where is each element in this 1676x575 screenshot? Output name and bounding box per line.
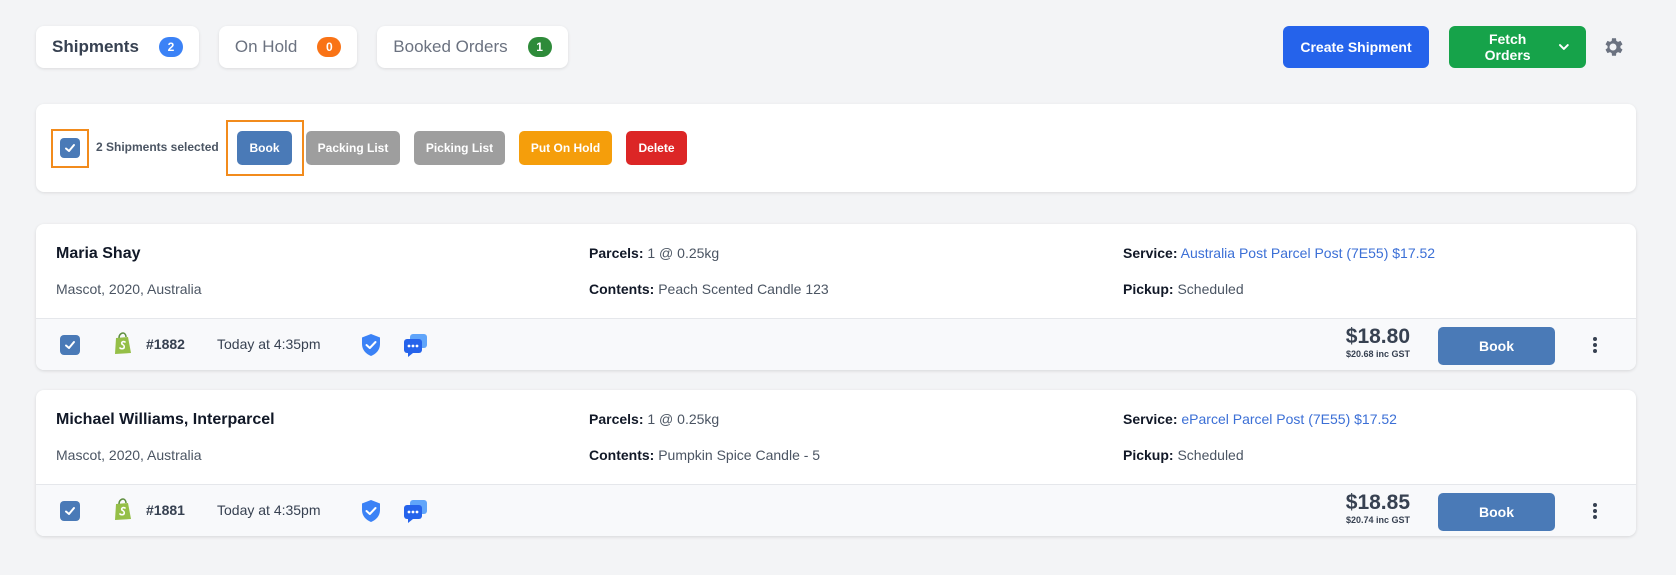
tab-label: Booked Orders bbox=[393, 37, 508, 56]
picking-list-button[interactable]: Picking List bbox=[414, 131, 505, 165]
tab-label: Shipments bbox=[52, 37, 139, 56]
row-checkbox[interactable] bbox=[60, 501, 80, 521]
contents-label: Contents: bbox=[589, 281, 655, 297]
count-badge: 0 bbox=[317, 37, 342, 57]
row-checkbox[interactable] bbox=[60, 335, 80, 355]
create-shipment-button[interactable]: Create Shipment bbox=[1283, 26, 1429, 68]
more-options-icon[interactable] bbox=[1589, 335, 1601, 355]
pickup-value: Scheduled bbox=[1177, 447, 1244, 463]
chat-icon[interactable] bbox=[402, 332, 428, 358]
fetch-orders-button[interactable]: Fetch Orders bbox=[1449, 26, 1586, 68]
pickup-value: Scheduled bbox=[1177, 281, 1244, 297]
shipment-card: Michael Williams, Interparcel Mascot, 20… bbox=[36, 390, 1636, 536]
selection-count-text: 2 Shipments selected bbox=[96, 140, 219, 154]
create-shipment-label: Create Shipment bbox=[1300, 39, 1412, 55]
fetch-orders-label: Fetch Orders bbox=[1484, 31, 1531, 63]
pickup-label: Pickup: bbox=[1123, 281, 1174, 297]
service-link[interactable]: Australia Post Parcel Post (7E55) $17.52 bbox=[1181, 245, 1435, 261]
book-button[interactable]: Book bbox=[1438, 493, 1555, 531]
tab-booked-orders[interactable]: Booked Orders 1 bbox=[377, 26, 568, 68]
pickup-field: Pickup: Scheduled bbox=[1123, 281, 1244, 297]
service-label: Service: bbox=[1123, 245, 1178, 261]
contents-value: Peach Scented Candle 123 bbox=[658, 281, 829, 297]
tab-bar: Shipments 2 On Hold 0 Booked Orders 1 bbox=[36, 26, 568, 68]
order-number[interactable]: #1881 bbox=[146, 502, 185, 518]
select-all-checkbox[interactable] bbox=[60, 138, 80, 158]
contents-field: Contents: Pumpkin Spice Candle - 5 bbox=[589, 447, 820, 463]
bulk-action-bar: 2 Shipments selected Book Packing List P… bbox=[36, 104, 1636, 192]
packing-list-button[interactable]: Packing List bbox=[306, 131, 400, 165]
price-inc-gst: $20.68 inc GST bbox=[1345, 349, 1410, 359]
contents-field: Contents: Peach Scented Candle 123 bbox=[589, 281, 829, 297]
contents-label: Contents: bbox=[589, 447, 655, 463]
service-label: Service: bbox=[1123, 411, 1178, 427]
tab-on-hold[interactable]: On Hold 0 bbox=[218, 26, 358, 68]
shopify-bag-icon bbox=[115, 332, 131, 354]
service-link[interactable]: eParcel Parcel Post (7E55) $17.52 bbox=[1181, 411, 1397, 427]
book-button[interactable]: Book bbox=[1438, 327, 1555, 365]
parcels-value: 1 @ 0.25kg bbox=[647, 411, 720, 427]
price-block: $18.85 $20.74 inc GST bbox=[1346, 491, 1410, 525]
parcels-field: Parcels: 1 @ 0.25kg bbox=[589, 411, 719, 427]
card-footer: #1881 Today at 4:35pm $18.85 $20.74 inc … bbox=[36, 484, 1636, 536]
check-icon bbox=[65, 341, 75, 349]
gear-icon[interactable] bbox=[1601, 35, 1625, 59]
check-icon bbox=[65, 507, 75, 515]
chevron-down-icon bbox=[1559, 44, 1570, 50]
price-amount: $18.80 bbox=[1345, 325, 1410, 348]
more-options-icon[interactable] bbox=[1589, 501, 1601, 521]
tab-label: On Hold bbox=[234, 37, 298, 56]
pickup-label: Pickup: bbox=[1123, 447, 1174, 463]
service-field: Service: Australia Post Parcel Post (7E5… bbox=[1123, 245, 1435, 261]
tab-shipments[interactable]: Shipments 2 bbox=[36, 26, 199, 68]
check-icon bbox=[65, 144, 75, 152]
recipient-address: Mascot, 2020, Australia bbox=[56, 447, 202, 463]
shipment-card: Maria Shay Mascot, 2020, Australia Parce… bbox=[36, 224, 1636, 370]
pickup-field: Pickup: Scheduled bbox=[1123, 447, 1244, 463]
card-footer: #1882 Today at 4:35pm $18.80 $20.68 inc … bbox=[36, 318, 1636, 370]
order-number[interactable]: #1882 bbox=[146, 336, 185, 352]
bulk-book-button[interactable]: Book bbox=[237, 131, 292, 165]
recipient-name: Michael Williams, Interparcel bbox=[56, 411, 275, 428]
order-time: Today at 4:35pm bbox=[217, 502, 321, 518]
parcels-label: Parcels: bbox=[589, 245, 644, 261]
price-inc-gst: $20.74 inc GST bbox=[1345, 515, 1410, 525]
parcels-label: Parcels: bbox=[589, 411, 644, 427]
recipient-name: Maria Shay bbox=[56, 245, 141, 262]
put-on-hold-button[interactable]: Put On Hold bbox=[519, 131, 612, 165]
parcels-field: Parcels: 1 @ 0.25kg bbox=[589, 245, 719, 261]
shield-check-icon[interactable] bbox=[360, 499, 382, 523]
shopify-bag-icon bbox=[115, 498, 131, 520]
top-actions: Create Shipment Fetch Orders bbox=[1283, 26, 1586, 68]
count-badge: 1 bbox=[527, 37, 552, 57]
delete-button[interactable]: Delete bbox=[626, 131, 687, 165]
chat-icon[interactable] bbox=[402, 498, 428, 524]
shield-check-icon[interactable] bbox=[360, 333, 382, 357]
count-badge: 2 bbox=[158, 37, 183, 57]
service-field: Service: eParcel Parcel Post (7E55) $17.… bbox=[1123, 411, 1397, 427]
parcels-value: 1 @ 0.25kg bbox=[647, 245, 720, 261]
price-block: $18.80 $20.68 inc GST bbox=[1346, 325, 1410, 359]
contents-value: Pumpkin Spice Candle - 5 bbox=[658, 447, 821, 463]
price-amount: $18.85 bbox=[1345, 491, 1410, 514]
recipient-address: Mascot, 2020, Australia bbox=[56, 281, 202, 297]
order-time: Today at 4:35pm bbox=[217, 336, 321, 352]
